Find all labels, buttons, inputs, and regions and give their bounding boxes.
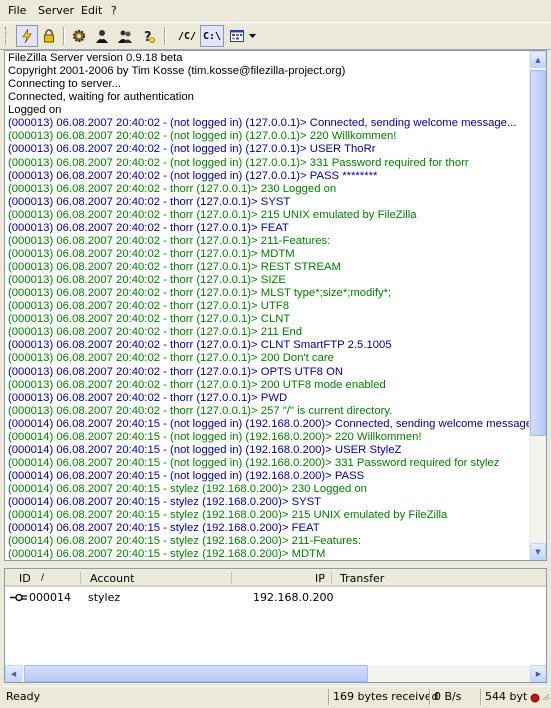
menu-bar: File Server Edit ? [0, 0, 551, 22]
log-line: (000014) 06.08.2007 20:40:15 - stylez (1… [8, 483, 367, 496]
log-line: (000013) 06.08.2007 20:40:02 - (not logg… [8, 169, 378, 182]
log-line: Logged on [8, 104, 62, 117]
log-vertical-scrollbar[interactable]: ▲ ▼ [529, 51, 546, 560]
log-line: (000013) 06.08.2007 20:40:02 - thorr (12… [8, 195, 291, 208]
column-header-ip[interactable]: IP [315, 572, 325, 585]
log-lines: FileZilla Server version 0.9.18 beta Copy… [8, 52, 542, 561]
connection-account: stylez [88, 591, 121, 604]
log-line: (000013) 06.08.2007 20:40:02 - (not logg… [8, 156, 469, 169]
log-line: (000013) 06.08.2007 20:40:02 - thorr (12… [8, 313, 291, 326]
log-line: (000014) 06.08.2007 20:40:15 - stylez (1… [8, 522, 320, 535]
log-line: Connecting to server... [8, 78, 122, 91]
connection-plug-icon [10, 592, 28, 605]
view-grid-icon[interactable] [226, 25, 248, 47]
connection-id: 000014 [29, 591, 71, 604]
log-line: (000013) 06.08.2007 20:40:02 - thorr (12… [8, 247, 295, 260]
log-pane[interactable]: FileZilla Server version 0.9.18 beta Copy… [4, 50, 547, 561]
status-divider [480, 689, 482, 705]
log-line: Connected, waiting for authentication [8, 91, 194, 104]
resize-grip-icon[interactable] [540, 691, 550, 707]
status-divider [429, 689, 431, 705]
column-resizer[interactable] [231, 571, 232, 584]
log-line: (000013) 06.08.2007 20:40:02 - thorr (12… [8, 261, 341, 273]
connect-lightning-icon[interactable] [16, 25, 38, 47]
log-line: (000014) 06.08.2007 20:40:15 - (not logg… [8, 430, 422, 443]
scroll-up-icon[interactable]: ▲ [530, 51, 546, 68]
help-icon[interactable]: ? [137, 25, 159, 47]
log-line: (000014) 06.08.2007 20:40:15 - (not logg… [8, 417, 542, 430]
status-ready: Ready [6, 690, 41, 703]
sort-indicator: / [41, 573, 45, 583]
log-line: FileZilla Server version 0.9.18 beta [8, 52, 183, 64]
toolbar: ? /C/ C:\ [0, 22, 551, 50]
log-line: (000013) 06.08.2007 20:40:02 - thorr (12… [8, 300, 290, 313]
log-line: (000013) 06.08.2007 20:40:02 - thorr (12… [8, 352, 334, 365]
settings-gear-icon[interactable] [68, 25, 90, 47]
toolbar-grip[interactable] [5, 27, 8, 45]
connection-ip: 192.168.0.200 [253, 591, 334, 604]
log-line: (000014) 06.08.2007 20:40:15 - (not logg… [8, 456, 500, 469]
connections-scroll-thumb[interactable] [24, 665, 368, 682]
menu-server[interactable]: Server [36, 4, 76, 17]
log-line: (000013) 06.08.2007 20:40:02 - thorr (12… [8, 326, 303, 339]
log-line: (000013) 06.08.2007 20:40:02 - thorr (12… [8, 378, 386, 391]
status-bytes-sent: 544 bytes [485, 690, 528, 703]
log-line: (000013) 06.08.2007 20:40:02 - (not logg… [8, 130, 397, 143]
log-line: (000013) 06.08.2007 20:40:02 - thorr (12… [8, 365, 344, 378]
log-line: (000014) 06.08.2007 20:40:15 - stylez (1… [8, 496, 322, 509]
toolbar-separator [63, 27, 65, 45]
log-line: (000014) 06.08.2007 20:40:15 - stylez (1… [8, 535, 362, 548]
scroll-left-icon[interactable]: ◀ [5, 665, 22, 682]
column-resizer[interactable] [80, 571, 81, 584]
connections-header: ID / Account IP Transfer [5, 569, 546, 587]
toolbar-separator [164, 27, 166, 45]
connections-horizontal-scrollbar[interactable]: ◀ ▶ [5, 665, 546, 682]
log-line: (000013) 06.08.2007 20:40:02 - thorr (12… [8, 287, 392, 300]
groups-icon[interactable] [114, 25, 136, 47]
status-bytes-received: 169 bytes received [333, 690, 439, 703]
log-line: (000014) 06.08.2007 20:40:15 - (not logg… [8, 470, 365, 482]
path-dos-icon[interactable]: C:\ [200, 25, 224, 47]
column-header-account[interactable]: Account [90, 572, 134, 585]
log-line: (000013) 06.08.2007 20:40:02 - thorr (12… [8, 208, 417, 221]
log-line: (000013) 06.08.2007 20:40:02 - thorr (12… [8, 234, 331, 247]
status-transfer-rate: 0 B/s [434, 690, 462, 703]
users-icon[interactable] [91, 25, 113, 47]
log-line: (000013) 06.08.2007 20:40:02 - (not logg… [8, 143, 376, 156]
menu-help[interactable]: ? [109, 4, 119, 17]
log-line: (000013) 06.08.2007 20:40:02 - thorr (12… [8, 391, 288, 404]
log-line: (000013) 06.08.2007 20:40:02 - thorr (12… [8, 274, 286, 287]
scroll-right-icon[interactable]: ▶ [530, 665, 546, 682]
log-line: (000013) 06.08.2007 20:40:02 - thorr (12… [8, 339, 392, 352]
status-bar: Ready 169 bytes received 0 B/s 544 bytes [0, 686, 551, 707]
log-line: (000013) 06.08.2007 20:40:02 - thorr (12… [8, 182, 337, 195]
log-line: (000013) 06.08.2007 20:40:02 - thorr (12… [8, 221, 289, 234]
log-line: (000014) 06.08.2007 20:40:15 - (not logg… [8, 443, 402, 456]
log-line: (000013) 06.08.2007 20:40:02 - thorr (12… [8, 404, 393, 417]
log-scroll-thumb[interactable] [530, 70, 546, 436]
log-line: (000014) 06.08.2007 20:40:15 - stylez (1… [8, 509, 448, 522]
log-line: Copyright 2001-2006 by Tim Kosse (tim.ko… [8, 65, 346, 78]
column-resizer[interactable] [331, 571, 332, 584]
log-line: (000013) 06.08.2007 20:40:02 - (not logg… [8, 117, 517, 130]
menu-file[interactable]: File [6, 4, 28, 17]
column-header-transfer[interactable]: Transfer [340, 572, 384, 585]
lock-icon[interactable] [38, 25, 60, 47]
path-unix-icon[interactable]: /C/ [175, 25, 199, 47]
menu-edit[interactable]: Edit [79, 4, 104, 17]
scroll-down-icon[interactable]: ▼ [530, 543, 546, 560]
column-header-id[interactable]: ID [19, 572, 31, 585]
dropdown-arrow-icon[interactable] [247, 25, 257, 47]
connections-pane[interactable]: ID / Account IP Transfer 000014 stylez 1… [4, 568, 547, 683]
status-divider [328, 689, 330, 705]
log-line: (000014) 06.08.2007 20:40:15 - stylez (1… [8, 548, 326, 561]
